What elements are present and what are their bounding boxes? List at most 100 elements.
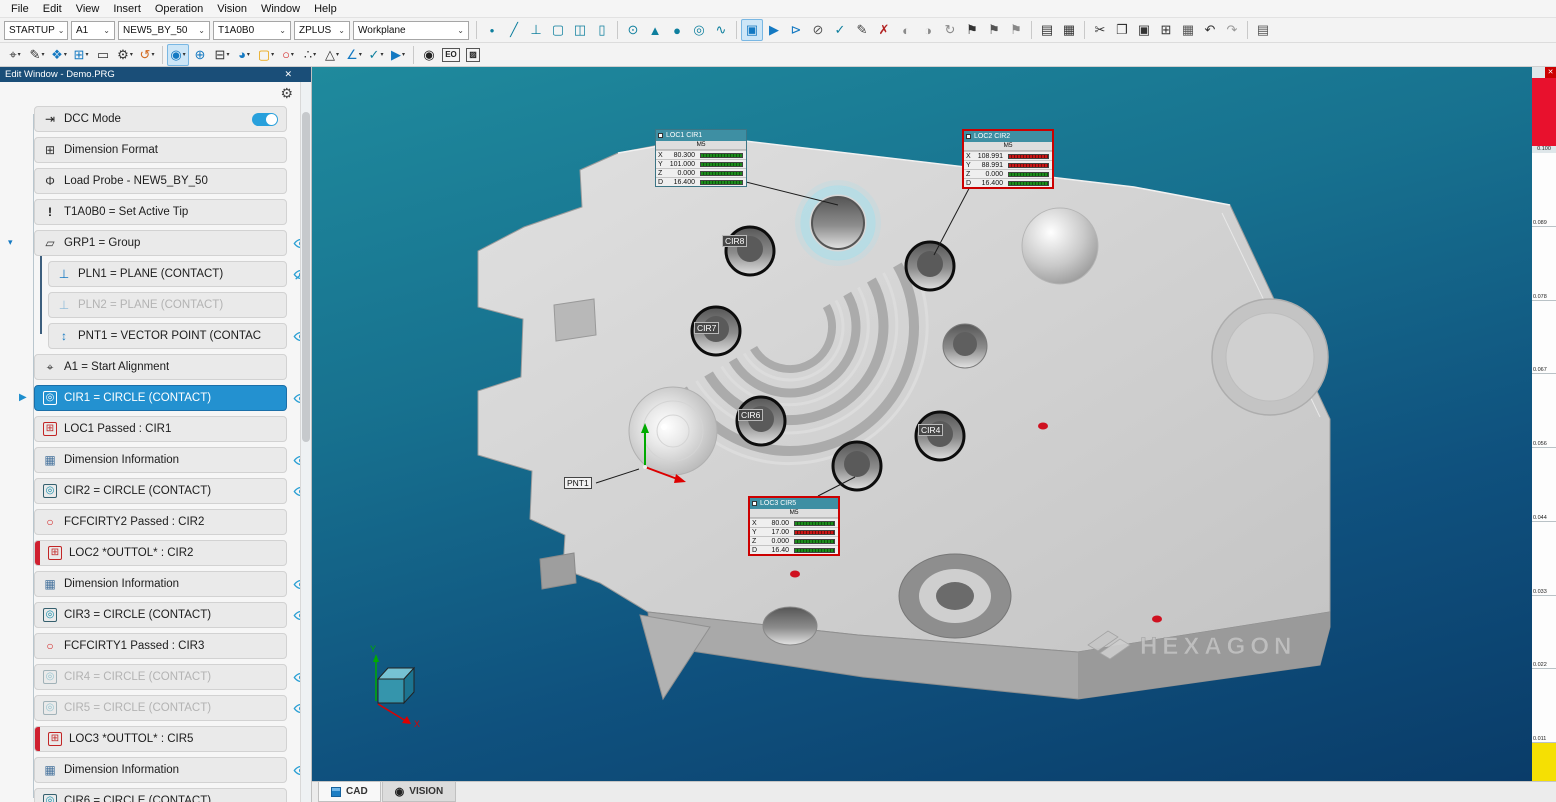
- refresh-icon[interactable]: ↻: [939, 19, 961, 41]
- edit-window-icon[interactable]: ✎▾: [26, 44, 48, 66]
- command-dim-info-2[interactable]: ▦Dimension Information: [34, 571, 287, 597]
- tab-vision[interactable]: ◉VISION: [382, 782, 457, 802]
- command-dimension-format[interactable]: ⊞Dimension Format: [34, 137, 287, 163]
- path-settings-icon[interactable]: ⚙▾: [114, 44, 136, 66]
- point-icon[interactable]: •: [481, 19, 503, 41]
- menu-help[interactable]: Help: [307, 3, 344, 15]
- program-combo[interactable]: STARTUP⌄: [4, 21, 68, 40]
- clear-marked-icon[interactable]: ⊘: [807, 19, 829, 41]
- surface-view-icon[interactable]: ◕▾: [233, 44, 255, 66]
- checkbox-icon[interactable]: [966, 134, 971, 139]
- expander-icon[interactable]: ▾: [8, 237, 13, 248]
- tolerance-circle-icon[interactable]: ○▾: [277, 44, 299, 66]
- command-pln2[interactable]: ⊥PLN2 = PLANE (CONTACT): [48, 292, 287, 318]
- paste-icon[interactable]: ▣: [1133, 19, 1155, 41]
- checkbox-icon[interactable]: [752, 501, 757, 506]
- command-load-probe[interactable]: ΦLoad Probe - NEW5_BY_50: [34, 168, 287, 194]
- menu-edit[interactable]: Edit: [36, 3, 69, 15]
- command-cir5[interactable]: ◎CIR5 = CIRCLE (CONTACT): [34, 695, 287, 721]
- rotate-icon[interactable]: ↺▾: [136, 44, 158, 66]
- loc1-dimension-box[interactable]: LOC1 CIR1M5X80.300Y101.000Z0.000D16.400: [655, 129, 747, 187]
- menu-view[interactable]: View: [69, 3, 107, 15]
- scale-close-icon[interactable]: ✕: [1545, 67, 1556, 78]
- print-icon[interactable]: ▤: [1252, 19, 1274, 41]
- perpendicular-icon[interactable]: ⊥: [525, 19, 547, 41]
- zoom-fit-icon[interactable]: ⊞▾: [70, 44, 92, 66]
- bookmark2-icon[interactable]: ⚑: [983, 19, 1005, 41]
- sphere-off-icon[interactable]: ◐: [895, 19, 917, 41]
- command-pnt1[interactable]: ↕PNT1 = VECTOR POINT (CONTAC: [48, 323, 287, 349]
- mark-complete-icon[interactable]: ✓▾: [365, 44, 387, 66]
- vision-image-icon[interactable]: ▨: [462, 44, 484, 66]
- command-fcfcirty2[interactable]: ○FCFCIRTY2 Passed : CIR2: [34, 509, 287, 535]
- scrollbar-thumb[interactable]: [302, 112, 310, 442]
- cone-icon[interactable]: ▲: [644, 19, 666, 41]
- delete-command-icon[interactable]: ✗: [873, 19, 895, 41]
- workplane-combo[interactable]: ZPLUS⌄: [294, 21, 350, 40]
- round-slot-icon[interactable]: ▢: [547, 19, 569, 41]
- curve-icon[interactable]: ∿: [710, 19, 732, 41]
- cad-display-icon[interactable]: ❖▾: [48, 44, 70, 66]
- panel-scrollbar[interactable]: [300, 82, 311, 802]
- command-cir2[interactable]: ◎CIR2 = CIRCLE (CONTACT): [34, 478, 287, 504]
- dcc-toggle[interactable]: [252, 113, 278, 126]
- probe-position-icon[interactable]: ⊕: [189, 44, 211, 66]
- command-cir3[interactable]: ◎CIR3 = CIRCLE (CONTACT): [34, 602, 287, 628]
- execute-icon[interactable]: ▶: [763, 19, 785, 41]
- command-loc1[interactable]: ⊞LOC1 Passed : CIR1: [34, 416, 287, 442]
- menu-insert[interactable]: Insert: [106, 3, 148, 15]
- command-fcfcirty1[interactable]: ○FCFCIRTY1 Passed : CIR3: [34, 633, 287, 659]
- report-icon[interactable]: ▤: [1036, 19, 1058, 41]
- pattern-icon[interactable]: ⊞: [1155, 19, 1177, 41]
- command-a1[interactable]: ⌖A1 = Start Alignment: [34, 354, 287, 380]
- tab-cad[interactable]: CAD: [318, 782, 381, 802]
- tip-combo[interactable]: T1A0B0⌄: [213, 21, 291, 40]
- command-active-tip[interactable]: !T1A0B0 = Set Active Tip: [34, 199, 287, 225]
- checkbox-icon[interactable]: [658, 133, 663, 138]
- probe-utilities-icon[interactable]: ⌖▾: [4, 44, 26, 66]
- command-grp1[interactable]: ▱GRP1 = Group: [34, 230, 287, 256]
- circle-feature-icon[interactable]: ◎: [688, 19, 710, 41]
- command-loc2[interactable]: ⊞LOC2 *OUTTOL* : CIR2: [34, 540, 287, 566]
- menu-operation[interactable]: Operation: [148, 3, 210, 15]
- command-dim-info-3[interactable]: ▦Dimension Information: [34, 757, 287, 783]
- lookahead-combo[interactable]: Workplane⌄: [353, 21, 469, 40]
- copy-icon[interactable]: ❐: [1111, 19, 1133, 41]
- cad-viewport[interactable]: Y X HEXAGON CIR8CIR7CIR6CIR4PNT1LOC1 CIR…: [312, 67, 1532, 781]
- array-icon[interactable]: ▦: [1177, 19, 1199, 41]
- command-loc3[interactable]: ⊞LOC3 *OUTTOL* : CIR5: [34, 726, 287, 752]
- probe-combo[interactable]: NEW5_BY_50⌄: [118, 21, 210, 40]
- gear-icon[interactable]: ⚙: [280, 85, 293, 102]
- menu-vision[interactable]: Vision: [210, 3, 254, 15]
- rect-slot-icon[interactable]: ▯: [591, 19, 613, 41]
- edit-command-icon[interactable]: ✎: [851, 19, 873, 41]
- comment-icon[interactable]: ▭: [92, 44, 114, 66]
- command-dim-info-1[interactable]: ▦Dimension Information: [34, 447, 287, 473]
- loc2-dimension-box[interactable]: LOC2 CIR2M5X108.991Y88.991Z0.000D16.400: [962, 129, 1054, 189]
- execute-from-icon[interactable]: ⊳: [785, 19, 807, 41]
- line-icon[interactable]: ╱: [503, 19, 525, 41]
- clearance-plane-icon[interactable]: ▢▾: [255, 44, 277, 66]
- angle-icon[interactable]: ∠▾: [343, 44, 365, 66]
- cut-icon[interactable]: ✂: [1089, 19, 1111, 41]
- sphere-off2-icon[interactable]: ◑: [917, 19, 939, 41]
- command-pln1[interactable]: ⊥PLN1 = PLANE (CONTACT): [48, 261, 287, 287]
- bookmark-icon[interactable]: ⚑: [961, 19, 983, 41]
- report-preview-icon[interactable]: ▦: [1058, 19, 1080, 41]
- execute-mini-icon[interactable]: ▶▾: [387, 44, 409, 66]
- menu-file[interactable]: File: [4, 3, 36, 15]
- graphics-window-icon[interactable]: ▣: [741, 19, 763, 41]
- loc3-dimension-box[interactable]: LOC3 CIR5M5X80.00Y17.00Z0.000D16.40: [748, 496, 840, 556]
- vision-eo-icon[interactable]: EO: [440, 44, 462, 66]
- command-dcc-mode[interactable]: ⇥DCC Mode: [34, 106, 287, 132]
- command-cir6[interactable]: ◎CIR6 = CIRCLE (CONTACT): [34, 788, 287, 802]
- view-orientation-icon[interactable]: ◉▾: [167, 44, 189, 66]
- bookmark3-icon[interactable]: ⚑: [1005, 19, 1027, 41]
- gage-icon[interactable]: △▾: [321, 44, 343, 66]
- camera-icon[interactable]: ◉: [418, 44, 440, 66]
- alignment-combo[interactable]: A1⌄: [71, 21, 115, 40]
- menu-window[interactable]: Window: [254, 3, 307, 15]
- square-slot-icon[interactable]: ◫: [569, 19, 591, 41]
- pointcloud-icon[interactable]: ∴▾: [299, 44, 321, 66]
- redo-icon[interactable]: ↷: [1221, 19, 1243, 41]
